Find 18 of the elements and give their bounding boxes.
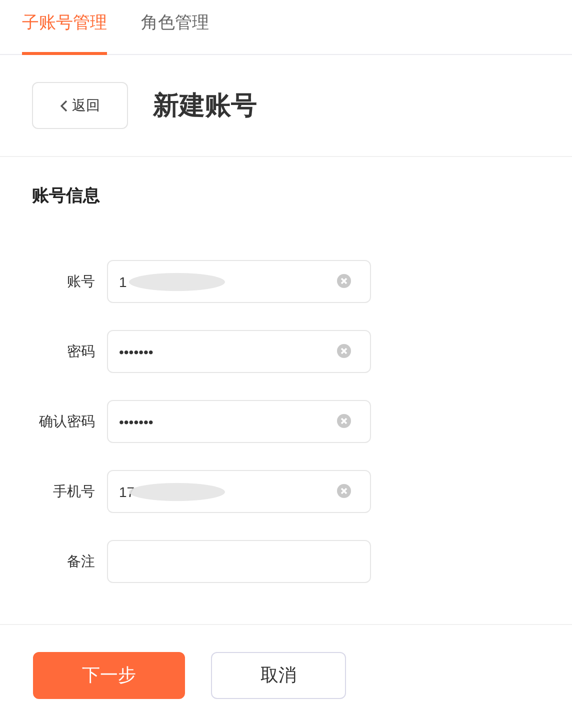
field-label: 确认密码 [38,412,95,431]
page-title: 新建账号 [153,89,257,122]
field-label: 手机号 [52,482,95,501]
input-field[interactable]: ••••••• [107,400,371,443]
tab[interactable]: 角色管理 [141,0,209,55]
section-title: 账号信息 [31,185,100,207]
back-button[interactable]: 返回 [32,82,128,129]
clear-icon[interactable] [337,414,351,428]
field-label: 密码 [66,342,95,361]
input-field[interactable]: ••••••• [107,330,371,373]
clear-icon[interactable] [337,484,351,498]
input-field[interactable] [107,540,371,583]
clear-icon[interactable] [337,344,351,358]
field-label: 账号 [66,272,95,291]
field-label: 备注 [66,552,95,571]
chevron-left-icon [60,100,68,112]
clear-icon[interactable] [337,274,351,288]
cancel-button[interactable]: 取消 [211,652,346,699]
